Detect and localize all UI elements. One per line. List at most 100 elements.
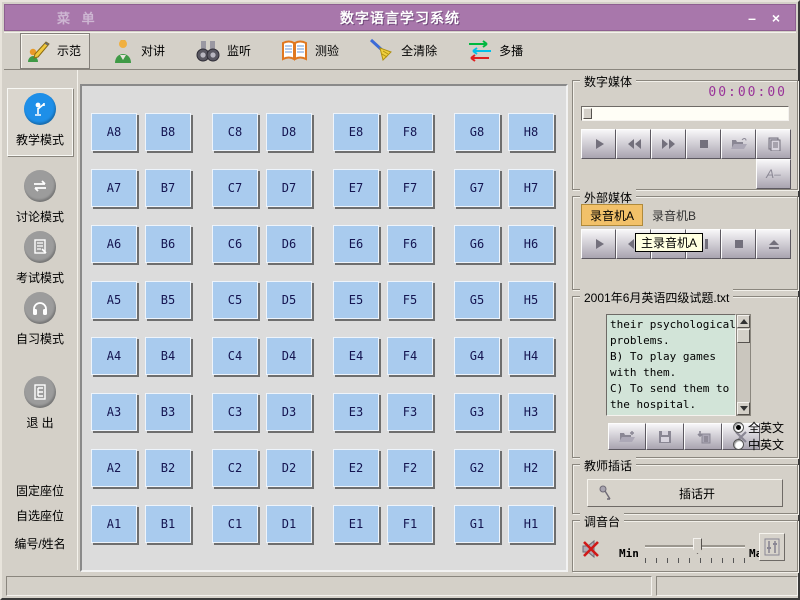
seat-f5[interactable]: F5 <box>387 281 433 319</box>
tab-recorder-a[interactable]: 录音机A <box>581 204 643 226</box>
text-scrollbar[interactable] <box>736 314 751 416</box>
fast-forward-button[interactable] <box>651 129 686 159</box>
seat-b2[interactable]: B2 <box>145 449 191 487</box>
seat-g3[interactable]: G3 <box>454 393 500 431</box>
close-button[interactable]: × <box>765 5 787 30</box>
toolbar-multicast-button[interactable]: 多播 <box>462 35 532 67</box>
ext-stop-button[interactable] <box>721 229 756 259</box>
text-content-area[interactable]: their psychological problems. B) To play… <box>606 314 736 416</box>
seat-f7[interactable]: F7 <box>387 169 433 207</box>
seat-e5[interactable]: E5 <box>333 281 379 319</box>
seat-g1[interactable]: G1 <box>454 505 500 543</box>
seat-c2[interactable]: C2 <box>212 449 258 487</box>
seat-a1[interactable]: A1 <box>91 505 137 543</box>
seat-f1[interactable]: F1 <box>387 505 433 543</box>
sidebar-mode-self-study[interactable]: 自习模式 <box>7 288 73 356</box>
seat-h1[interactable]: H1 <box>508 505 554 543</box>
seat-d8[interactable]: D8 <box>266 113 312 151</box>
seat-a8[interactable]: A8 <box>91 113 137 151</box>
seat-f6[interactable]: F6 <box>387 225 433 263</box>
seat-e1[interactable]: E1 <box>333 505 379 543</box>
toolbar-demo-button[interactable]: 示范 <box>20 33 90 69</box>
seat-h6[interactable]: H6 <box>508 225 554 263</box>
seat-g7[interactable]: G7 <box>454 169 500 207</box>
seat-a2[interactable]: A2 <box>91 449 137 487</box>
seat-g6[interactable]: G6 <box>454 225 500 263</box>
stop-button[interactable] <box>686 129 721 159</box>
insert-talk-button[interactable]: 插话开 <box>587 479 783 507</box>
seat-e8[interactable]: E8 <box>333 113 379 151</box>
seat-d2[interactable]: D2 <box>266 449 312 487</box>
seat-h8[interactable]: H8 <box>508 113 554 151</box>
mixer-settings-button[interactable] <box>759 533 785 561</box>
scroll-up-button[interactable] <box>737 315 750 328</box>
toolbar-intercom-button[interactable]: 对讲 <box>106 33 174 69</box>
media-progress-slider[interactable] <box>581 106 789 121</box>
mute-speaker-icon[interactable] <box>579 537 603 561</box>
minimize-button[interactable]: – <box>741 5 763 30</box>
seat-a3[interactable]: A3 <box>91 393 137 431</box>
seat-h5[interactable]: H5 <box>508 281 554 319</box>
sidebar-mode-discussion[interactable]: 讨论模式 <box>7 166 73 234</box>
playlist-button[interactable] <box>756 129 791 159</box>
scrollbar-thumb[interactable] <box>737 329 750 343</box>
seat-a4[interactable]: A4 <box>91 337 137 375</box>
seat-f4[interactable]: F4 <box>387 337 433 375</box>
seat-a7[interactable]: A7 <box>91 169 137 207</box>
play-button[interactable] <box>581 129 616 159</box>
radio-all-english[interactable]: 全英文 <box>733 419 784 436</box>
scroll-down-button[interactable] <box>737 402 750 415</box>
text-open-file-button[interactable] <box>608 423 646 450</box>
seat-c6[interactable]: C6 <box>212 225 258 263</box>
seat-e2[interactable]: E2 <box>333 449 379 487</box>
seat-g2[interactable]: G2 <box>454 449 500 487</box>
seat-e6[interactable]: E6 <box>333 225 379 263</box>
rewind-button[interactable] <box>616 129 651 159</box>
seat-f3[interactable]: F3 <box>387 393 433 431</box>
sidebar-fixed-seat-link[interactable]: 固定座位 <box>4 482 76 499</box>
seat-g4[interactable]: G4 <box>454 337 500 375</box>
seat-c7[interactable]: C7 <box>212 169 258 207</box>
seat-d3[interactable]: D3 <box>266 393 312 431</box>
seat-g8[interactable]: G8 <box>454 113 500 151</box>
seat-f2[interactable]: F2 <box>387 449 433 487</box>
sidebar-free-seat-link[interactable]: 自选座位 <box>4 507 76 524</box>
seat-e4[interactable]: E4 <box>333 337 379 375</box>
seat-a5[interactable]: A5 <box>91 281 137 319</box>
seat-a6[interactable]: A6 <box>91 225 137 263</box>
seat-f8[interactable]: F8 <box>387 113 433 151</box>
seat-b3[interactable]: B3 <box>145 393 191 431</box>
seat-b5[interactable]: B5 <box>145 281 191 319</box>
ext-eject-button[interactable] <box>756 229 791 259</box>
seat-b6[interactable]: B6 <box>145 225 191 263</box>
toolbar-quiz-button[interactable]: 测验 <box>276 34 348 68</box>
volume-slider[interactable] <box>645 537 745 557</box>
seat-d4[interactable]: D4 <box>266 337 312 375</box>
tab-recorder-b[interactable]: 录音机B <box>643 204 705 226</box>
text-import-button[interactable] <box>684 423 722 450</box>
seat-d7[interactable]: D7 <box>266 169 312 207</box>
sidebar-mode-exam[interactable]: 考试模式 <box>7 227 73 295</box>
radio-chinese-english[interactable]: 中英文 <box>733 436 784 453</box>
seat-b7[interactable]: B7 <box>145 169 191 207</box>
seat-g5[interactable]: G5 <box>454 281 500 319</box>
seat-c8[interactable]: C8 <box>212 113 258 151</box>
sidebar-id-name-link[interactable]: 编号/姓名 <box>4 535 76 552</box>
seat-b1[interactable]: B1 <box>145 505 191 543</box>
sidebar-mode-exit[interactable]: 退 出 <box>7 372 73 440</box>
toolbar-clear-all-button[interactable]: 全清除 <box>364 33 446 69</box>
seat-h4[interactable]: H4 <box>508 337 554 375</box>
seat-e3[interactable]: E3 <box>333 393 379 431</box>
seat-c3[interactable]: C3 <box>212 393 258 431</box>
open-file-button[interactable] <box>721 129 756 159</box>
seat-h7[interactable]: H7 <box>508 169 554 207</box>
text-save-button[interactable] <box>646 423 684 450</box>
seat-h2[interactable]: H2 <box>508 449 554 487</box>
sidebar-mode-teaching[interactable]: 教学模式 <box>7 88 73 156</box>
seat-c5[interactable]: C5 <box>212 281 258 319</box>
ext-play-button[interactable] <box>581 229 616 259</box>
seat-d5[interactable]: D5 <box>266 281 312 319</box>
seat-d1[interactable]: D1 <box>266 505 312 543</box>
seat-h3[interactable]: H3 <box>508 393 554 431</box>
seat-c4[interactable]: C4 <box>212 337 258 375</box>
